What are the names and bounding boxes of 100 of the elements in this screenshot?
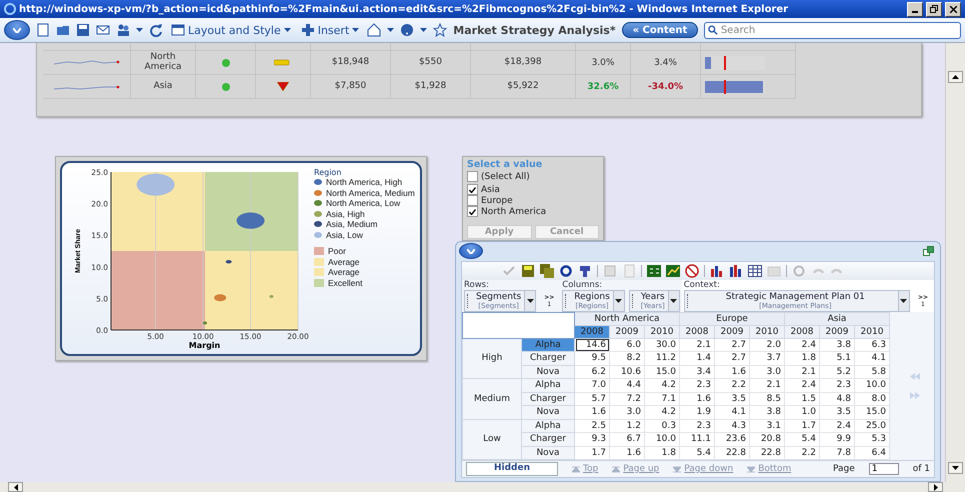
menu-button[interactable]: Layout and Style — [169, 23, 293, 37]
menu-button[interactable]: Insert — [298, 23, 362, 37]
row-header[interactable]: Nova — [522, 446, 574, 460]
table-cell: $550 — [391, 51, 471, 75]
menu-button[interactable] — [459, 243, 483, 260]
restore-icon — [930, 5, 938, 13]
column-header: North America — [574, 312, 680, 325]
table-cell: 32.6% — [587, 82, 619, 92]
caret-icon — [670, 298, 678, 302]
chevron-down-icon — [13, 28, 21, 32]
legend-label: Asia, Low — [326, 230, 363, 240]
check-icon[interactable] — [502, 264, 516, 278]
house-icon[interactable] — [367, 23, 382, 37]
checkbox[interactable] — [467, 171, 478, 182]
row-header[interactable]: Charger — [522, 432, 574, 446]
table-cell: 2.4 — [784, 378, 820, 392]
close-icon — [950, 6, 956, 12]
folder-icon[interactable] — [56, 23, 70, 37]
horizontal-scrollbar[interactable] — [0, 482, 965, 492]
column-header: Europe — [680, 312, 784, 325]
stacked-chart-icon[interactable] — [729, 264, 743, 278]
table-cell: Asia — [131, 75, 196, 99]
table-cell: 3.8 — [750, 406, 784, 419]
row-header[interactable]: Charger — [522, 392, 574, 406]
table-cell: -34.0% — [648, 82, 683, 92]
table-cell: 1.6 — [714, 365, 750, 378]
help-icon[interactable] — [400, 23, 414, 37]
page-field[interactable]: 1 — [868, 463, 899, 475]
legend-title: Region — [314, 168, 342, 177]
people-icon[interactable] — [116, 23, 130, 37]
arrow-up-icon — [612, 466, 620, 472]
arrow-down-icon — [673, 466, 682, 472]
legend-label: Poor — [328, 246, 346, 256]
column-header[interactable]: 2009 — [714, 325, 750, 338]
row-header[interactable]: Alpha — [522, 378, 574, 392]
table-cell: 5.4 — [680, 446, 714, 460]
row-header[interactable]: Nova — [522, 365, 574, 378]
star-icon[interactable] — [433, 23, 448, 37]
new-page-icon[interactable] — [36, 23, 50, 37]
dropdown-button[interactable] — [524, 290, 536, 310]
column-header[interactable]: 2010 — [854, 325, 890, 338]
row-header[interactable]: Charger — [522, 352, 574, 365]
table-totals-icon[interactable] — [647, 264, 661, 278]
chevron-down-icon — [467, 248, 475, 254]
table-cell: 0.3 — [644, 419, 680, 432]
grid-icon[interactable] — [748, 264, 762, 278]
checkbox[interactable] — [467, 195, 478, 206]
option-label: Asia — [481, 184, 500, 194]
down-triangle-icon — [277, 82, 289, 92]
legend-label: Excellent — [328, 278, 362, 288]
column-header[interactable]: 2009 — [820, 325, 854, 338]
save-icon[interactable] — [76, 23, 90, 37]
table-cell: 1.5 — [784, 392, 820, 406]
column-header[interactable]: 2010 — [750, 325, 784, 338]
close-button[interactable] — [945, 2, 961, 16]
checkbox[interactable] — [467, 206, 478, 217]
table-cell: 1.8 — [644, 446, 680, 460]
column-header[interactable]: 2010 — [644, 325, 680, 338]
table-cell: 4.3 — [714, 419, 750, 432]
dropdown-button[interactable] — [612, 290, 624, 310]
table-cell: 2.2 — [784, 446, 820, 460]
vertical-scrollbar[interactable] — [945, 43, 965, 482]
menu-button[interactable] — [4, 20, 30, 40]
window-title: http://windows-xp-vm/?b_action=icd&pathinfo=%2Fmain&ui.action=edit&src=%2Fibmcognos%2Fcgi-bin%2 - Windows Internet Explorer — [19, 4, 790, 14]
table-cell: 5.1 — [820, 352, 854, 365]
hidden-drop-zone: Hidden — [466, 462, 558, 476]
row-header[interactable]: Nova — [522, 406, 574, 419]
column-header[interactable]: 2009 — [610, 325, 644, 338]
restore-icon[interactable] — [923, 246, 934, 256]
option-label: North America — [481, 206, 546, 216]
table-cell: 2.3 — [820, 378, 854, 392]
table-cell: 3.8 — [820, 338, 854, 352]
restore-button[interactable] — [926, 2, 942, 16]
bar-chart-icon[interactable] — [710, 264, 724, 278]
zero-suppress-icon[interactable] — [685, 264, 699, 278]
checkbox[interactable] — [467, 184, 478, 195]
table-cell: 2.7 — [714, 352, 750, 365]
table-chart-icon[interactable] — [666, 264, 680, 278]
dropdown-button[interactable] — [668, 290, 679, 310]
mail-icon[interactable] — [96, 23, 110, 37]
row-header[interactable]: Alpha — [522, 338, 574, 352]
column-header[interactable]: 2008 — [680, 325, 714, 338]
save-as-icon[interactable] — [540, 264, 554, 278]
table-cell: 9.3 — [574, 432, 610, 446]
row-header[interactable]: Alpha — [522, 419, 574, 432]
table-cell: 1.2 — [610, 419, 644, 432]
content-button[interactable]: « Content — [622, 22, 698, 38]
save-icon[interactable] — [521, 264, 535, 278]
search-box[interactable]: Search — [704, 22, 961, 38]
table-cell: 3.0% — [592, 58, 614, 68]
search-field[interactable]: Search — [720, 24, 957, 36]
table-cell: 15.0 — [854, 406, 890, 419]
dropdown-button[interactable] — [898, 290, 909, 310]
column-header[interactable]: 2008 — [784, 325, 820, 338]
table-cell: 2.3 — [680, 378, 714, 392]
table-cell: 3.0 — [610, 406, 644, 419]
table-cell: $1,928 — [391, 75, 471, 99]
arrow-left-icon — [14, 484, 18, 490]
column-header[interactable]: 2008 — [574, 325, 610, 338]
minimize-button[interactable] — [907, 2, 923, 16]
